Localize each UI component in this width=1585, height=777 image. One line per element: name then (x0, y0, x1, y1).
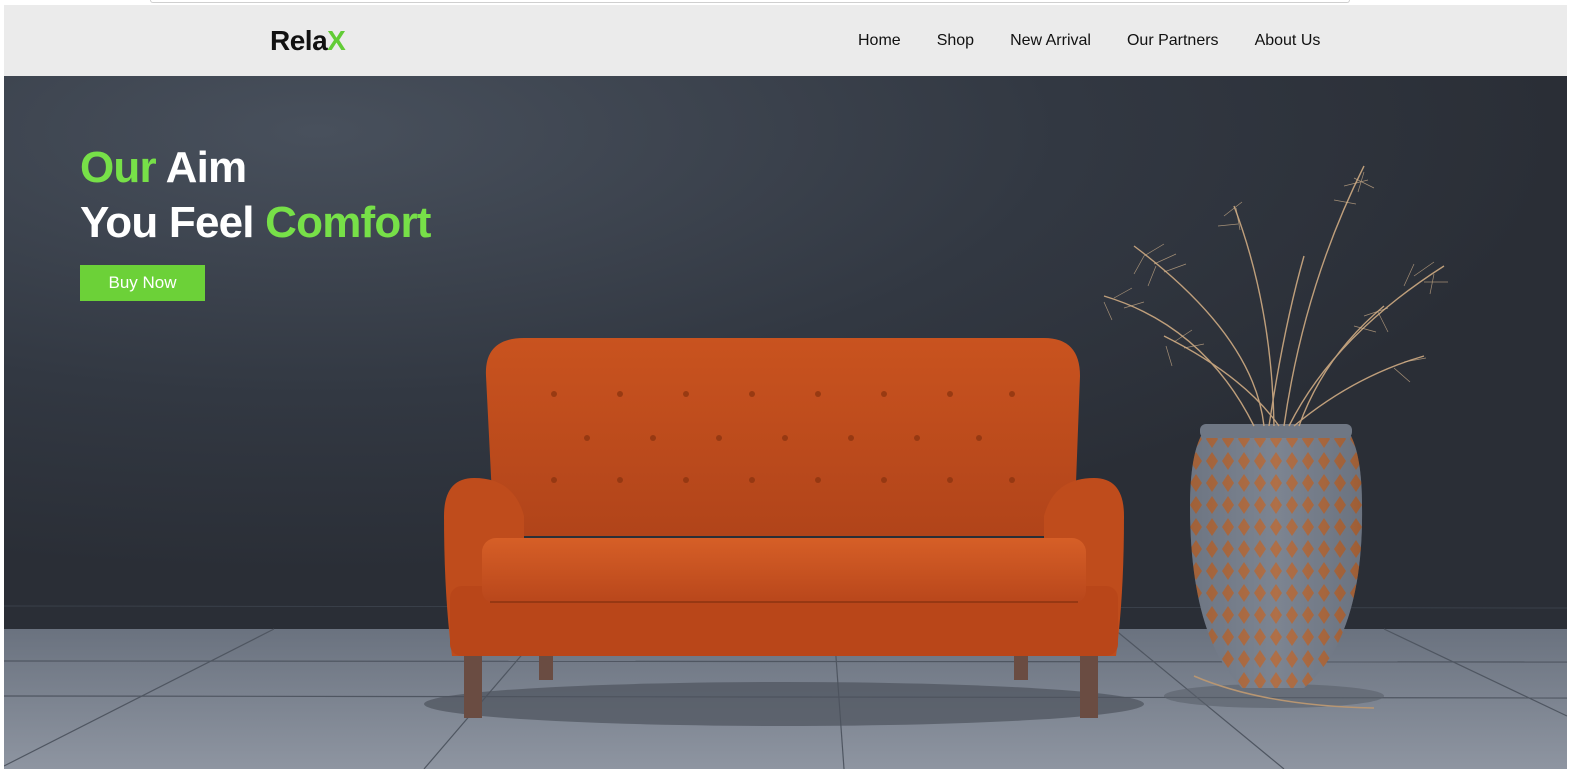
headline-you-feel: You Feel (80, 198, 266, 247)
headline-our: Our (80, 143, 157, 192)
hero-banner: Our Aim You Feel Comfort Buy Now (4, 76, 1567, 769)
logo[interactable]: RelaX (270, 25, 346, 57)
nav-new-arrival[interactable]: New Arrival (1010, 32, 1091, 50)
headline-comfort: Comfort (265, 198, 431, 247)
nav-shop[interactable]: Shop (937, 32, 974, 50)
logo-text: Rela (270, 25, 328, 56)
nav-our-partners[interactable]: Our Partners (1127, 32, 1219, 50)
nav-about-us[interactable]: About Us (1255, 32, 1321, 50)
logo-accent: X (327, 25, 346, 56)
nav-home[interactable]: Home (858, 32, 901, 50)
buy-now-button[interactable]: Buy Now (80, 265, 205, 301)
page: RelaX Home Shop New Arrival Our Partners… (4, 5, 1567, 769)
headline-aim: Aim (155, 143, 248, 192)
nav-menu: Home Shop New Arrival Our Partners About… (858, 32, 1320, 50)
window-edge-bottom (0, 769, 1585, 777)
window-edge-right (1567, 5, 1585, 769)
hero-headline: Our Aim You Feel Comfort (80, 140, 431, 250)
navbar: RelaX Home Shop New Arrival Our Partners… (4, 5, 1567, 76)
